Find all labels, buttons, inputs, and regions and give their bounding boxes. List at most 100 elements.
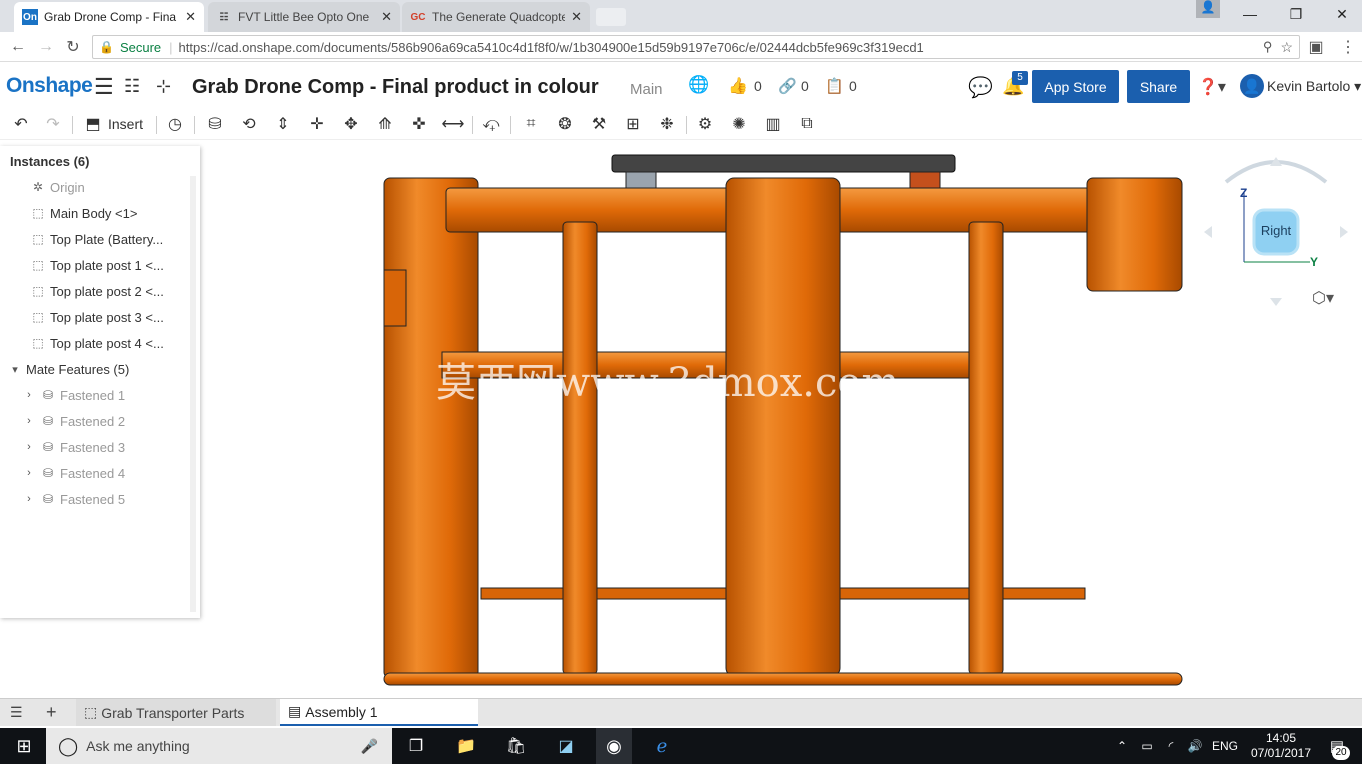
top-plate-post-right[interactable]: [909, 171, 941, 189]
onshape-logo[interactable]: Onshape: [6, 74, 93, 98]
chrome-icon[interactable]: ◉: [596, 728, 632, 764]
profile-icon[interactable]: 👤: [1196, 0, 1220, 18]
watermark-text: 莫西网www.3dmox.com: [436, 360, 899, 406]
ball-mate-icon[interactable]: ✜: [408, 114, 430, 134]
history-icon[interactable]: ◷: [164, 114, 186, 134]
notes-app-icon[interactable]: ◪: [550, 728, 582, 764]
planar-mate-icon[interactable]: ✛: [306, 114, 328, 134]
key-icon[interactable]: ⚲: [1263, 39, 1273, 55]
insert-button[interactable]: Insert: [108, 116, 143, 132]
microphone-icon[interactable]: 🎤: [361, 738, 378, 755]
edge-icon[interactable]: ℯ: [646, 728, 678, 764]
file-explorer-icon[interactable]: 📁: [450, 728, 482, 764]
graphics-viewport[interactable]: 莫西网www.3dmox.com: [0, 140, 1362, 696]
browser-tab-onshape[interactable]: On Grab Drone Comp - Fina ✕: [14, 2, 204, 32]
add-tab-icon[interactable]: +: [38, 699, 65, 726]
minimize-button[interactable]: —: [1230, 2, 1270, 26]
browser-tab-fvt[interactable]: ☷ FVT Little Bee Opto One ✕: [208, 2, 400, 32]
screw-relation-icon[interactable]: ▥: [762, 114, 784, 134]
pin-slot-mate-icon[interactable]: ⟰: [374, 114, 396, 134]
close-icon[interactable]: ✕: [381, 9, 392, 25]
store-icon[interactable]: 🛍: [500, 728, 532, 764]
main-body-left-leg[interactable]: [383, 177, 479, 679]
insert-icon[interactable]: ⬒: [82, 114, 104, 134]
menu-dots-icon[interactable]: ⋮: [1338, 37, 1358, 57]
browser-tab-gc[interactable]: GC The Generate Quadcopte ✕: [402, 2, 590, 32]
top-plate-post-left[interactable]: [625, 171, 657, 189]
main-body-right-block[interactable]: [1086, 177, 1183, 292]
tab-assembly-1[interactable]: ▤ Assembly 1: [280, 699, 478, 726]
tab-title: The Generate Quadcopte: [432, 10, 566, 24]
fastened-mate-icon[interactable]: ⛁: [204, 114, 226, 134]
copy-count: 0: [849, 78, 857, 94]
main-body-right-rod[interactable]: [968, 221, 1004, 675]
new-tab-button[interactable]: [596, 8, 626, 26]
replicate-icon[interactable]: ⊞: [622, 114, 644, 134]
gear-relation-icon[interactable]: ⚙: [694, 114, 716, 134]
linear-pattern-icon[interactable]: ⚒: [588, 114, 610, 134]
user-avatar-icon[interactable]: 👤: [1240, 74, 1264, 98]
circular-pattern-icon[interactable]: ❉: [656, 114, 678, 134]
linear-relation-icon[interactable]: ⧉: [796, 114, 818, 134]
volume-icon[interactable]: 🔊: [1184, 728, 1206, 764]
cortana-search-box[interactable]: ◯ Ask me anything 🎤: [46, 728, 392, 764]
tab-manager-icon[interactable]: ☰: [2, 699, 31, 726]
parallel-mate-icon[interactable]: ⟷: [442, 114, 465, 134]
comments-icon[interactable]: 💬: [968, 75, 993, 100]
rack-pinion-icon[interactable]: ✺: [728, 114, 750, 134]
view-options-icon[interactable]: ⬡▾: [1312, 288, 1334, 308]
document-title: Grab Drone Comp - Final product in colou…: [192, 76, 599, 98]
clock-date: 07/01/2017: [1250, 746, 1312, 760]
mate-connector-icon[interactable]: ⌗: [520, 114, 542, 134]
revolute-mate-icon[interactable]: ⟲: [238, 114, 260, 134]
extension-icon[interactable]: ▣: [1306, 37, 1326, 57]
show-hidden-icons-icon[interactable]: ⌃: [1110, 728, 1134, 764]
restore-button[interactable]: ❐: [1276, 2, 1316, 26]
user-name[interactable]: Kevin Bartolo ▾: [1267, 78, 1361, 95]
clock-time: 14:05: [1265, 731, 1297, 745]
document-tab-bar: ☰ + ⬚ Grab Transporter Parts ▤ Assembly 1: [0, 698, 1362, 726]
back-icon[interactable]: ←: [8, 37, 28, 57]
main-body-base-rail[interactable]: [383, 672, 1183, 686]
assembly-icon: ▤: [288, 703, 302, 719]
url-bar[interactable]: 🔒 Secure | https://cad.onshape.com/docum…: [92, 35, 1300, 59]
group-icon[interactable]: ❂: [554, 114, 576, 134]
link-icon[interactable]: 🔗: [778, 77, 797, 95]
slider-mate-icon[interactable]: ⇕: [272, 114, 294, 134]
copy-icon[interactable]: 📋: [825, 77, 844, 95]
insert-part-icon[interactable]: ⊹: [156, 76, 171, 97]
top-plate-battery[interactable]: [611, 154, 956, 173]
star-icon[interactable]: ☆: [1280, 39, 1293, 56]
close-window-button[interactable]: ✕: [1322, 2, 1362, 26]
view-cube-face-label[interactable]: Right: [1254, 223, 1298, 238]
close-icon[interactable]: ✕: [185, 9, 196, 25]
language-indicator[interactable]: ENG: [1210, 728, 1240, 764]
like-icon[interactable]: 👍: [728, 76, 748, 96]
reload-icon[interactable]: ↻: [63, 37, 83, 57]
close-icon[interactable]: ✕: [571, 9, 582, 25]
tab-grab-transporter-parts[interactable]: ⬚ Grab Transporter Parts: [76, 699, 276, 726]
help-icon[interactable]: ❓▾: [1198, 77, 1226, 97]
share-button[interactable]: Share: [1127, 70, 1190, 103]
main-body-side-tab[interactable]: [383, 269, 407, 327]
cylindrical-mate-icon[interactable]: ✥: [340, 114, 362, 134]
notification-badge: 5: [1012, 71, 1028, 85]
task-view-icon[interactable]: ❐: [400, 728, 432, 764]
main-body-left-rod[interactable]: [562, 221, 598, 675]
feature-list-icon[interactable]: ☷: [124, 76, 140, 97]
url-text: https://cad.onshape.com/documents/586b90…: [178, 39, 924, 55]
battery-icon[interactable]: ▭: [1136, 728, 1158, 764]
globe-icon[interactable]: 🌐: [688, 75, 709, 95]
forward-icon[interactable]: →: [36, 37, 56, 57]
undo-icon[interactable]: ↶: [10, 114, 32, 134]
tangent-mate-icon[interactable]: ⤽: [480, 114, 502, 134]
hamburger-menu-icon[interactable]: ☰: [94, 74, 114, 100]
clock[interactable]: 14:05 07/01/2017: [1246, 731, 1316, 761]
app-store-button[interactable]: App Store: [1032, 70, 1119, 103]
view-cube[interactable]: Right Z Y ⬡▾: [1196, 152, 1356, 312]
branch-label[interactable]: Main: [630, 81, 663, 98]
main-body-center-column[interactable]: [725, 177, 841, 677]
wifi-icon[interactable]: ◜: [1160, 728, 1182, 764]
redo-icon[interactable]: ↷: [42, 114, 64, 134]
windows-start-icon[interactable]: ⊞: [8, 728, 40, 764]
